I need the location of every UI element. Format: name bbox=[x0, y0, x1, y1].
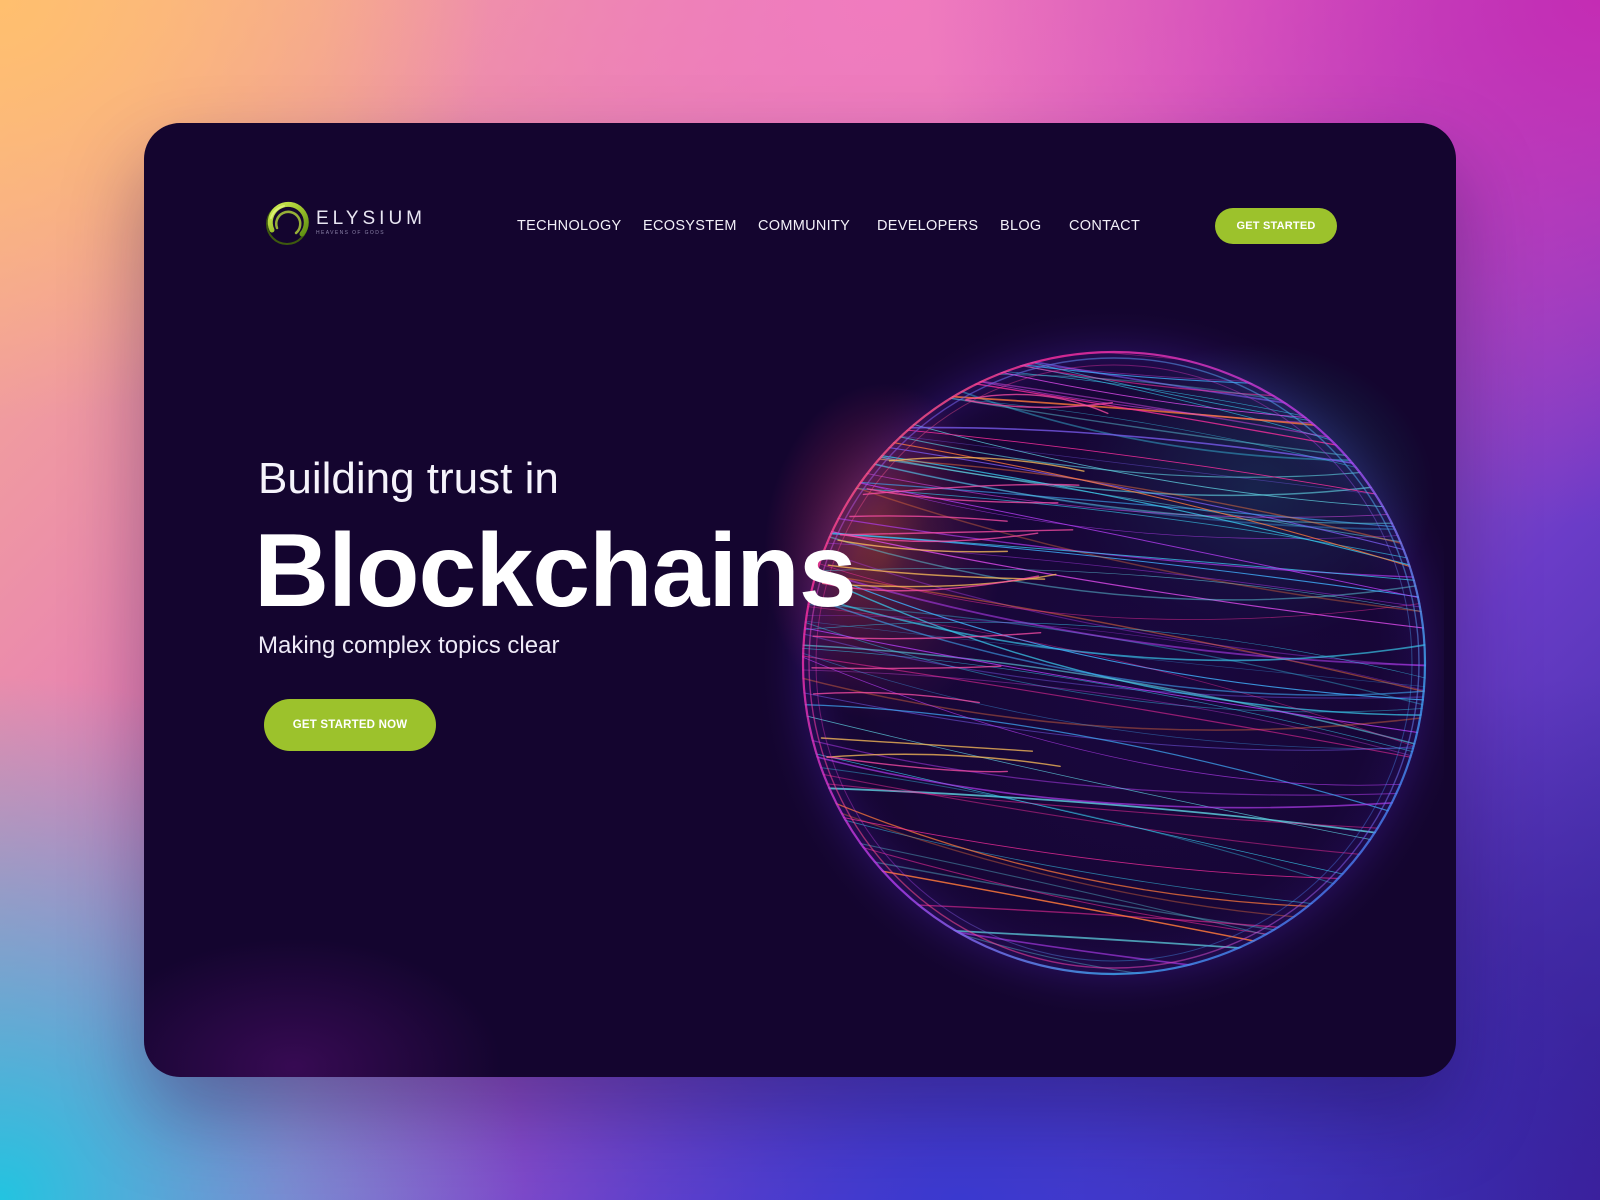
brand-name: ELYSIUM bbox=[316, 208, 427, 229]
nav-item-technology[interactable]: TECHNOLOGY bbox=[517, 217, 622, 235]
brand-tagline: HEAVENS OF GODS bbox=[316, 230, 385, 236]
logo-text: ELYSIUM HEAVENS OF GODS bbox=[316, 209, 426, 237]
brand-logo[interactable]: ELYSIUM HEAVENS OF GODS bbox=[262, 197, 432, 249]
nav-item-blog[interactable]: BLOG bbox=[1000, 217, 1042, 235]
logo-ring-icon bbox=[266, 201, 309, 245]
nav-item-ecosystem[interactable]: ECOSYSTEM bbox=[643, 217, 737, 235]
hero-card: ELYSIUM HEAVENS OF GODS TECHNOLOGY ECOSY… bbox=[144, 123, 1456, 1077]
nav-item-contact[interactable]: CONTACT bbox=[1069, 217, 1140, 235]
hero-title: Blockchains bbox=[254, 513, 857, 629]
hero-pretitle: Building trust in bbox=[258, 454, 559, 503]
nav-item-community[interactable]: COMMUNITY bbox=[758, 217, 850, 235]
get-started-now-button[interactable]: GET STARTED NOW bbox=[264, 699, 436, 751]
get-started-button[interactable]: GET STARTED bbox=[1215, 208, 1337, 244]
nav-item-developers[interactable]: DEVELOPERS bbox=[877, 217, 978, 235]
wireframe-sphere-icon bbox=[754, 303, 1444, 1013]
hero-subtitle: Making complex topics clear bbox=[258, 632, 560, 659]
card-glow bbox=[144, 937, 504, 1077]
